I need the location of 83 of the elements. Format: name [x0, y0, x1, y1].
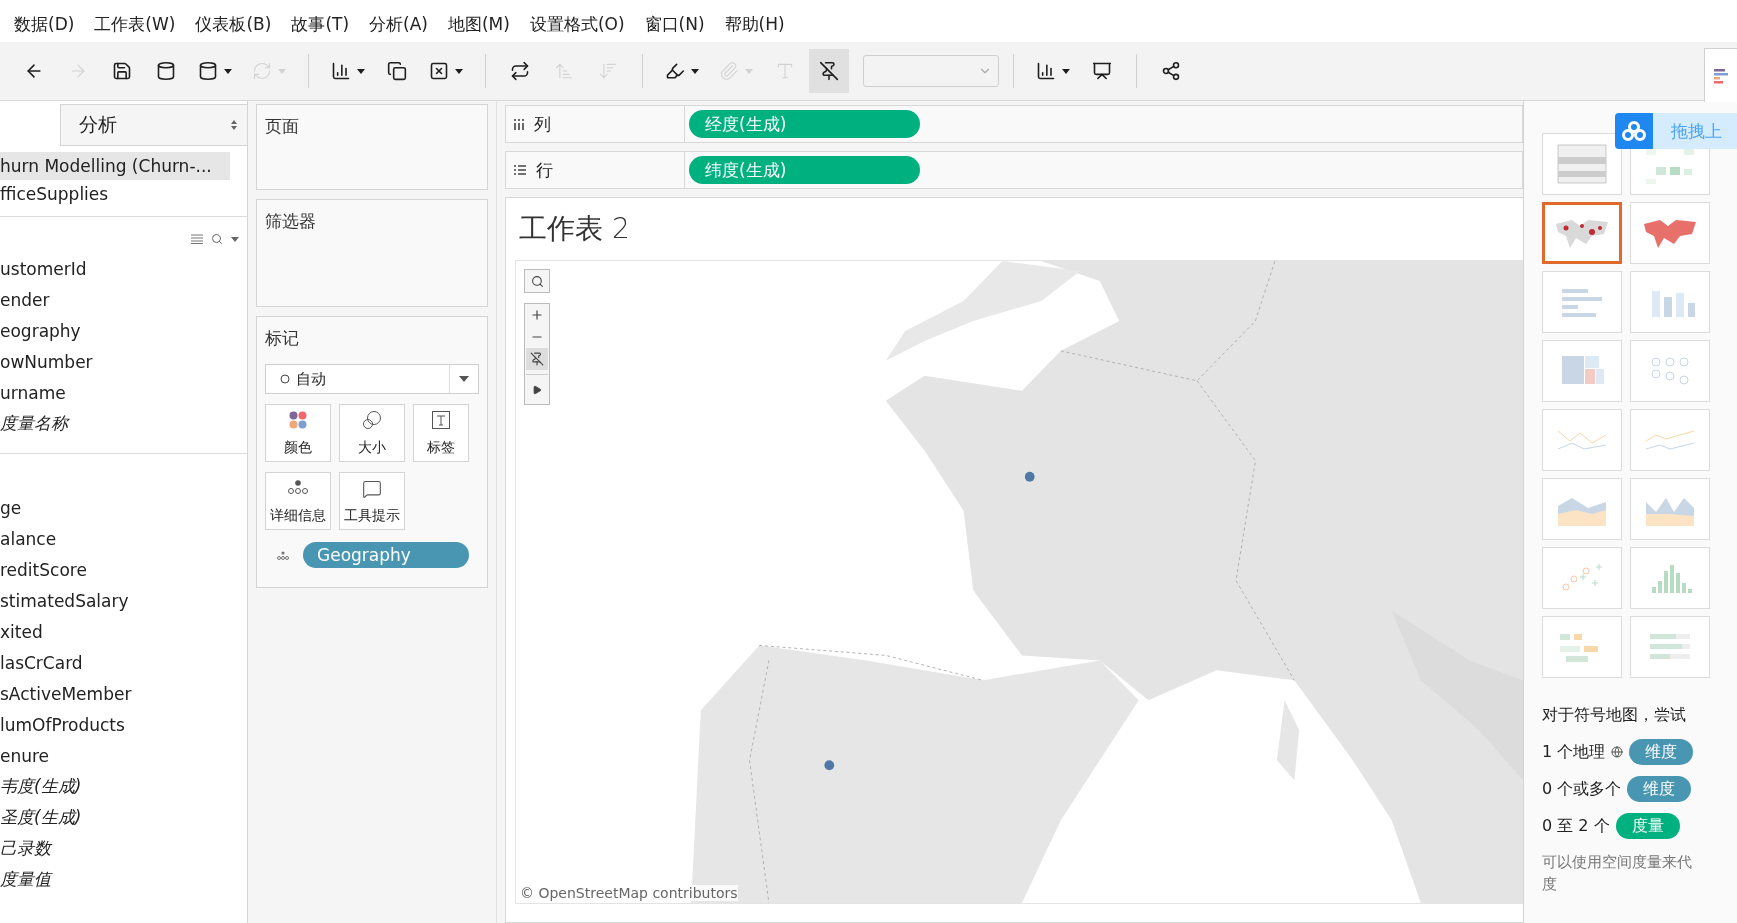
- sort-arrows-icon: [231, 120, 237, 130]
- caret-icon: [357, 68, 365, 74]
- dimension-field[interactable]: eography: [0, 315, 247, 346]
- hint-text: 1 个地理: [1542, 741, 1606, 763]
- card-title: 页面: [265, 115, 299, 138]
- hint-text: 对于符号地图，尝试: [1542, 704, 1686, 726]
- card-title: 标记: [265, 327, 299, 350]
- measure-field[interactable]: 己录数: [0, 833, 247, 864]
- measure-field[interactable]: ge: [0, 492, 247, 523]
- measure-field[interactable]: xited: [0, 616, 247, 647]
- data-source-item[interactable]: fficeSupplies: [0, 180, 230, 208]
- mark-property-button[interactable]: 颜色: [265, 404, 331, 462]
- field-type-pill: 维度: [1627, 776, 1692, 802]
- shelf-label: 列: [534, 112, 551, 136]
- mark-type-dropdown[interactable]: 自动: [265, 364, 479, 394]
- measure-field[interactable]: 圣度(生成): [0, 802, 247, 833]
- detail-dots-icon: [277, 550, 289, 560]
- menu-item[interactable]: 故事(T): [291, 12, 350, 36]
- unpin-button[interactable]: [809, 49, 849, 93]
- text-icon: [432, 411, 450, 429]
- show-me-tab[interactable]: [1704, 48, 1737, 102]
- columns-icon: [514, 118, 524, 130]
- caret-icon: [455, 68, 463, 74]
- caret-icon: [1062, 68, 1070, 74]
- circles-icon: [362, 411, 382, 429]
- dimension-field[interactable]: ustomerId: [0, 253, 247, 284]
- data-source-item[interactable]: hurn Modelling (Churn-...: [0, 152, 230, 180]
- caret-icon: [459, 376, 469, 382]
- measure-field[interactable]: lasCrCard: [0, 647, 247, 678]
- mark-property-button[interactable]: 详细信息: [265, 472, 331, 530]
- menu-item[interactable]: 地图(M): [447, 12, 510, 36]
- card-title: 筛选器: [265, 210, 316, 233]
- measure-field[interactable]: stimatedSalary: [0, 585, 247, 616]
- field-type-pill: 度量: [1615, 813, 1680, 839]
- mark-property-button[interactable]: 大小: [339, 404, 405, 462]
- caret-icon[interactable]: [231, 236, 239, 242]
- list-icon[interactable]: [191, 234, 203, 244]
- measure-field[interactable]: sActiveMember: [0, 678, 247, 709]
- analysis-tab[interactable]: 分析: [60, 104, 247, 146]
- menu-item[interactable]: 数据(D): [14, 12, 75, 36]
- mark-property-button[interactable]: 标签: [413, 404, 469, 462]
- rows-icon: [514, 165, 526, 175]
- caret-icon: [278, 68, 286, 74]
- dimension-field[interactable]: owNumber: [0, 346, 247, 377]
- shelf-label: 行: [536, 158, 553, 182]
- hint-note: 可以使用空间度量来代 度: [1542, 852, 1693, 895]
- measure-field[interactable]: alance: [0, 523, 247, 554]
- field-type-pill: 维度: [1629, 739, 1694, 765]
- dimension-field[interactable]: 度量名称: [0, 408, 247, 439]
- plus-icon: [530, 308, 544, 322]
- menu-item[interactable]: 分析(A): [369, 12, 428, 36]
- measure-field[interactable]: enure: [0, 740, 247, 771]
- menu-item[interactable]: 工作表(W): [94, 12, 176, 36]
- menu-item[interactable]: 帮助(H): [724, 12, 785, 36]
- menu-item[interactable]: 窗口(N): [644, 12, 705, 36]
- menu-item[interactable]: 设置格式(O): [529, 12, 625, 36]
- bar-chart-icon: [1713, 67, 1729, 84]
- dimension-field[interactable]: urname: [0, 377, 247, 408]
- sheet-title: 工作表 2: [518, 211, 631, 247]
- map-attribution: © OpenStreetMap contributors: [520, 885, 738, 901]
- detail-dots-icon: [287, 479, 309, 495]
- pin-off-icon: [530, 352, 544, 366]
- search-icon[interactable]: [211, 233, 223, 245]
- measure-field[interactable]: 度量值: [0, 864, 247, 895]
- caret-icon: [691, 68, 699, 74]
- measure-field[interactable]: reditScore: [0, 554, 247, 585]
- caret-icon: [745, 68, 753, 74]
- measure-field[interactable]: 韦度(生成): [0, 771, 247, 802]
- measure-field[interactable]: lumOfProducts: [0, 709, 247, 740]
- color-dots-icon: [289, 411, 307, 429]
- circle-icon: [280, 374, 290, 384]
- cloud-icon: [1622, 121, 1646, 141]
- menu-item[interactable]: 仪表板(B): [195, 12, 272, 36]
- hint-text: 0 至 2 个: [1542, 815, 1610, 837]
- dimension-field[interactable]: ender: [0, 284, 247, 315]
- speech-bubble-icon: [362, 479, 382, 499]
- hint-text: 0 个或多个: [1542, 778, 1622, 800]
- mark-property-button[interactable]: 工具提示: [339, 472, 405, 530]
- caret-icon: [224, 68, 232, 74]
- search-icon: [530, 274, 544, 288]
- unpin-button[interactable]: [526, 348, 548, 370]
- chart-type-option[interactable]: [1542, 202, 1622, 264]
- play-icon: [532, 384, 542, 395]
